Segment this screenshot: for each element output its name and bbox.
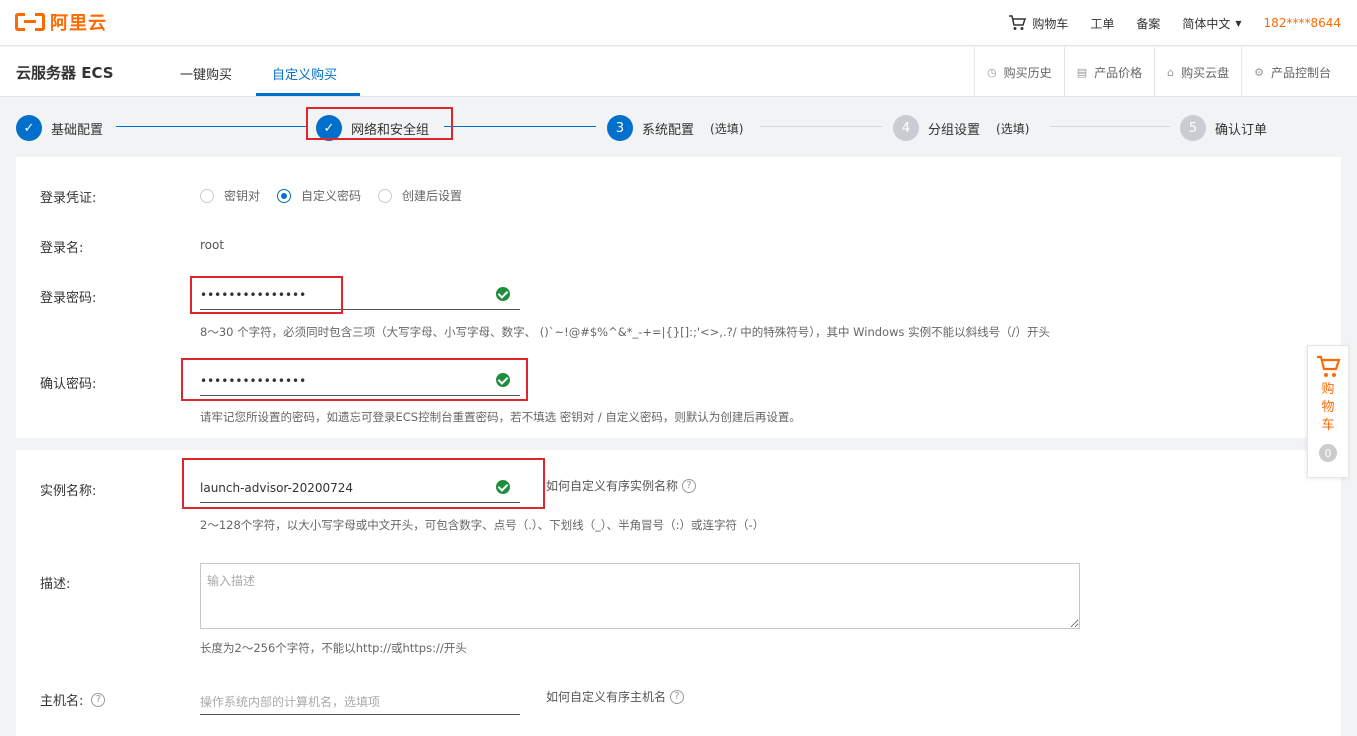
hostname-help-text: 如何自定义有序主机名 [546, 690, 667, 704]
console-link[interactable]: ⚙ 产品控制台 [1241, 47, 1357, 97]
question-icon: ? [670, 689, 685, 704]
step-basic-config[interactable]: ✓ 基础配置 [16, 115, 103, 141]
console-label: 产品控制台 [1270, 65, 1331, 80]
confirm-password-label: 确认密码: [40, 377, 97, 392]
aliyun-logo-icon [15, 12, 45, 32]
question-icon: ? [682, 478, 697, 493]
aliyun-logo[interactable]: 阿里云 [15, 11, 107, 34]
description-textarea[interactable] [200, 563, 1080, 629]
radio-key-pair-label[interactable]: 密钥对 [224, 187, 260, 204]
product-price-link[interactable]: ▤ 产品价格 [1063, 47, 1154, 97]
password-label: 登录密码: [40, 291, 97, 306]
highlight-box [182, 458, 545, 509]
top-nav: 购物车 工单 备案 简体中文 ▼ 182****8644 [986, 0, 1341, 46]
language-label: 简体中文 [1182, 16, 1231, 31]
hostname-label: 主机名: [40, 694, 84, 709]
instance-name-label: 实例名称: [40, 484, 97, 499]
purchase-steps: ✓ 基础配置 ✓ 网络和安全组 3 系统配置 (选填) 4 分组设置 (选填) … [0, 98, 1357, 156]
product-title: 云服务器 ECS [16, 64, 114, 82]
confirm-password-hint: 请牢记您所设置的密码，如遗忘可登录ECS控制台重置密码，若不填选 密钥对 / 自… [200, 410, 801, 424]
product-price-label: 产品价格 [1094, 65, 1143, 80]
step-label: 分组设置 [928, 122, 981, 138]
credential-label: 登录凭证: [40, 191, 97, 206]
tab-custom-buy[interactable]: 自定义购买 [272, 64, 337, 83]
highlight-box [181, 358, 528, 401]
radio-set-later[interactable] [378, 188, 393, 203]
radio-set-later-label[interactable]: 创建后设置 [402, 187, 462, 204]
tab-one-click-buy[interactable]: 一键购买 [180, 64, 232, 83]
purchase-history-link[interactable]: ◷ 购买历史 [974, 47, 1064, 97]
hostname-field[interactable]: 操作系统内部的计算机名，选填项 [200, 685, 520, 715]
cart-icon [1009, 15, 1027, 30]
step-group-settings[interactable]: 4 分组设置 (选填) [893, 115, 1029, 141]
radio-custom-password-label[interactable]: 自定义密码 [301, 187, 361, 204]
description-hint: 长度为2～256个字符，不能以http://或https://开头 [200, 641, 467, 655]
username-label: 登录名: [40, 241, 84, 256]
step-optional: (选填) [996, 121, 1030, 136]
buy-disk-link[interactable]: ⌂ 购买云盘 [1154, 47, 1241, 97]
clock-icon: ◷ [987, 65, 997, 79]
hostname-label-group: 主机名: ? [40, 690, 106, 709]
step-connector [444, 126, 596, 127]
step-number: 3 [607, 115, 633, 141]
active-tab-indicator [256, 93, 360, 96]
purchase-history-label: 购买历史 [1003, 65, 1052, 80]
instance-name-help-link[interactable]: 如何自定义有序实例名称 ? [546, 477, 697, 494]
credential-options: 密钥对 自定义密码 创建后设置 [200, 187, 479, 204]
valid-check-icon [496, 287, 510, 301]
highlight-box [306, 107, 453, 140]
step-number: 4 [893, 115, 919, 141]
cart-count-badge: 0 [1319, 444, 1337, 462]
instance-name-help-text: 如何自定义有序实例名称 [546, 479, 679, 493]
ticket-link[interactable]: 工单 [1090, 15, 1114, 32]
check-icon: ✓ [16, 115, 42, 141]
price-list-icon: ▤ [1076, 65, 1088, 79]
cart-label: 购物车 [1032, 16, 1069, 31]
radio-key-pair[interactable] [200, 188, 214, 203]
question-icon[interactable]: ? [91, 692, 106, 707]
hostname-placeholder: 操作系统内部的计算机名，选填项 [200, 695, 381, 709]
step-label: 基础配置 [51, 122, 104, 138]
product-header: 云服务器 ECS 一键购买 自定义购买 ◷ 购买历史 ▤ 产品价格 ⌂ 购买云盘 ⚙ 产… [0, 47, 1357, 97]
step-connector [1050, 126, 1170, 127]
caret-down-icon: ▼ [1235, 18, 1242, 28]
highlight-box [190, 276, 343, 314]
cart-icon [1317, 355, 1341, 377]
step-optional: (选填) [710, 121, 744, 136]
instance-settings-card: 实例名称: launch-advisor-20200724 如何自定义有序实例名… [16, 450, 1341, 736]
logo-text: 阿里云 [50, 13, 107, 34]
step-number: 5 [1180, 115, 1206, 141]
cart-link[interactable]: 购物车 [1008, 15, 1068, 32]
radio-custom-password[interactable] [277, 188, 292, 203]
step-system-config[interactable]: 3 系统配置 (选填) [607, 115, 743, 141]
account-phone[interactable]: 182****8644 [1264, 16, 1341, 30]
language-selector[interactable]: 简体中文 ▼ [1182, 15, 1241, 32]
floating-cart-label: 购物车 [1321, 382, 1335, 433]
username-value: root [200, 238, 225, 252]
step-confirm-order[interactable]: 5 确认订单 [1180, 115, 1267, 141]
login-settings-card: 登录凭证: 密钥对 自定义密码 创建后设置 登录名: root 登录密码: ••… [16, 157, 1341, 438]
step-label: 系统配置 [642, 122, 695, 138]
hostname-help-link[interactable]: 如何自定义有序主机名 ? [546, 688, 685, 705]
floating-cart[interactable]: 购物车 0 [1307, 345, 1349, 478]
record-link[interactable]: 备案 [1136, 15, 1160, 32]
description-label: 描述: [40, 577, 71, 592]
disk-icon: ⌂ [1167, 65, 1175, 79]
step-connector [760, 126, 882, 127]
instance-name-hint: 2～128个字符，以大小写字母或中文开头，可包含数字、点号（.）、下划线（_）、… [200, 518, 765, 532]
product-links: ◷ 购买历史 ▤ 产品价格 ⌂ 购买云盘 ⚙ 产品控制台 [974, 47, 1357, 97]
step-connector [116, 126, 306, 127]
buy-disk-label: 购买云盘 [1181, 65, 1230, 80]
top-bar: 阿里云 购物车 工单 备案 简体中文 ▼ 182****8644 [0, 0, 1357, 46]
step-label: 确认订单 [1215, 122, 1268, 138]
password-hint: 8～30 个字符，必须同时包含三项（大写字母、小写字母、数字、 ()`~!@#$… [200, 325, 1051, 339]
gear-icon: ⚙ [1254, 65, 1264, 79]
